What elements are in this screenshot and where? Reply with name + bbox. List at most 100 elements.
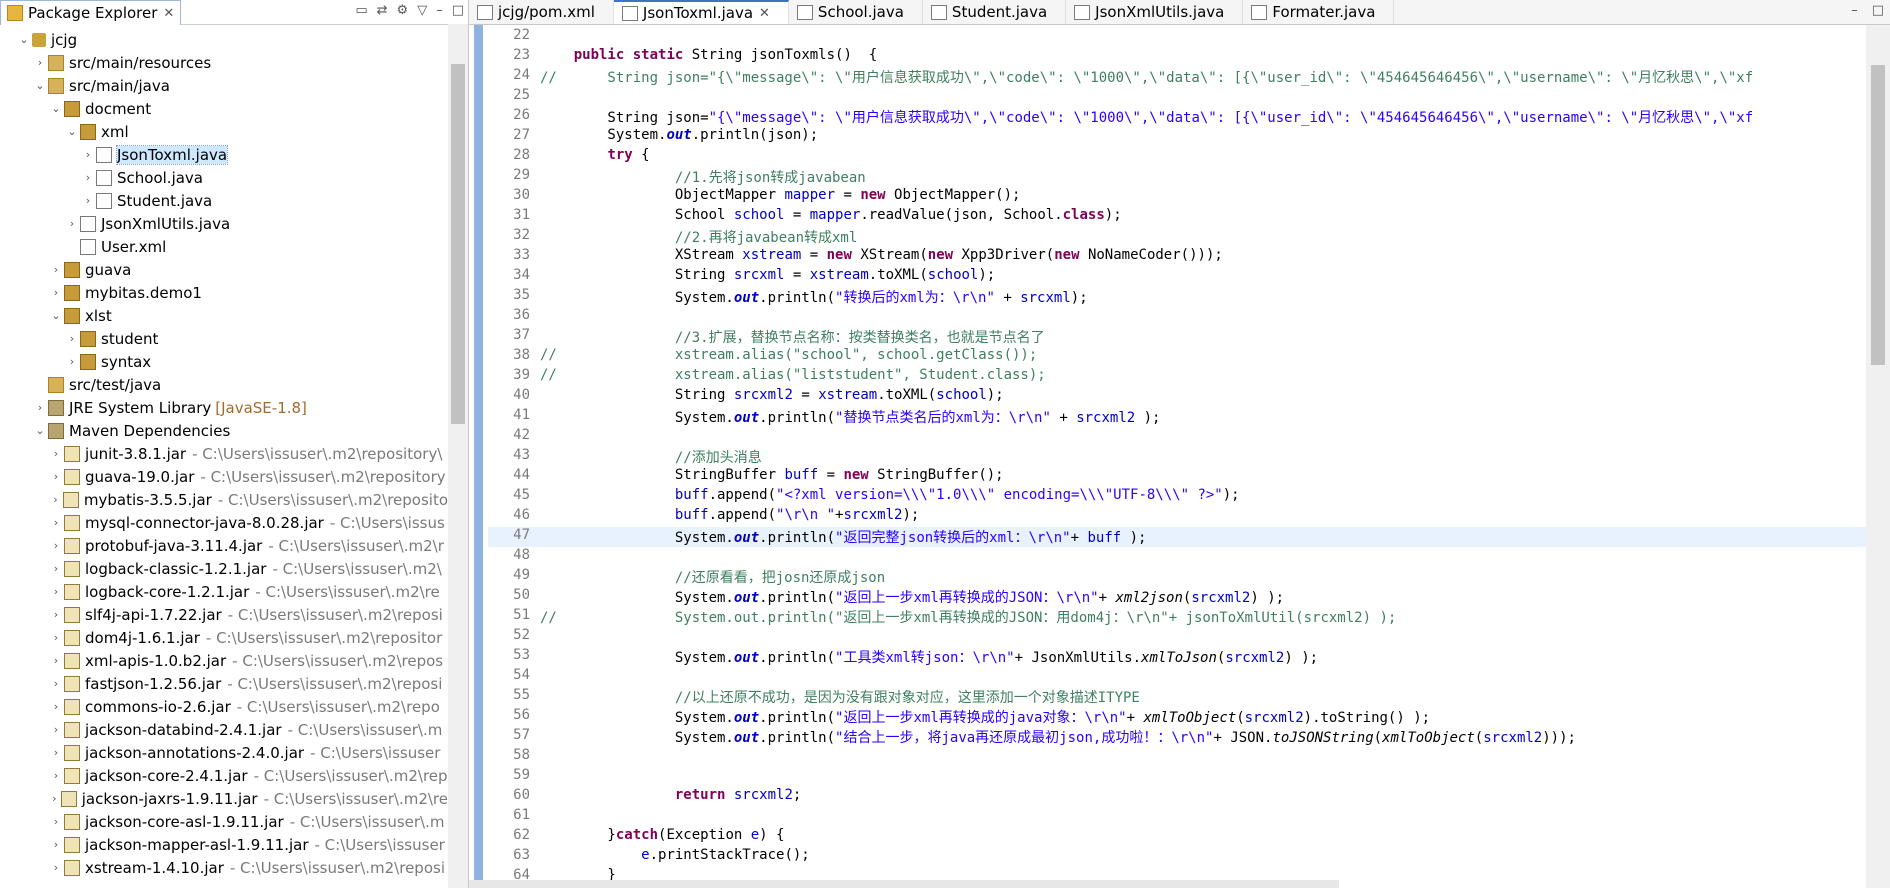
code-line[interactable]: 60 return srcxml2; <box>488 787 1868 807</box>
code-line[interactable]: 25 <box>488 87 1868 107</box>
code-line[interactable]: 43 //添加头消息 <box>488 447 1868 467</box>
code-text[interactable] <box>540 307 1868 327</box>
code-line[interactable]: 62 }catch(Exception e) { <box>488 827 1868 847</box>
tree-scrollbar[interactable] <box>448 24 468 888</box>
code-text[interactable] <box>540 667 1868 687</box>
tree-item[interactable]: ⌄ src/main/java <box>0 74 448 97</box>
chevron-down-icon[interactable]: ⌄ <box>48 309 64 322</box>
code-line[interactable]: 34 String srcxml = xstream.toXML(school)… <box>488 267 1868 287</box>
code-line[interactable]: 46 buff.append("\r\n "+srcxml2); <box>488 507 1868 527</box>
code-line[interactable]: 47 System.out.println("返回完整json转换后的xml：\… <box>488 527 1868 547</box>
code-line[interactable]: 54 <box>488 667 1868 687</box>
tree-item[interactable]: src/test/java <box>0 373 448 396</box>
code-line[interactable]: 30 ObjectMapper mapper = new ObjectMappe… <box>488 187 1868 207</box>
code-line[interactable]: 59 <box>488 767 1868 787</box>
chevron-right-icon[interactable]: › <box>48 838 64 851</box>
close-icon[interactable]: ✕ <box>163 6 174 21</box>
package-explorer-tab[interactable]: Package Explorer ✕ <box>0 0 182 25</box>
code-text[interactable]: try { <box>540 147 1868 167</box>
code-line[interactable]: 35 System.out.println("转换后的xml为：\r\n" + … <box>488 287 1868 307</box>
filter-icon[interactable]: ⚙ <box>397 3 409 18</box>
code-text[interactable]: System.out.println("替换节点类名后的xml为：\r\n" +… <box>540 407 1868 427</box>
collapse-all-icon[interactable]: ▭ <box>355 3 367 18</box>
code-line[interactable]: 49 //还原看看，把josn还原成json <box>488 567 1868 587</box>
chevron-right-icon[interactable]: › <box>80 194 96 207</box>
code-text[interactable] <box>540 87 1868 107</box>
chevron-right-icon[interactable]: › <box>48 608 64 621</box>
chevron-down-icon[interactable]: ⌄ <box>32 424 48 437</box>
chevron-right-icon[interactable]: › <box>48 631 64 644</box>
chevron-right-icon[interactable]: › <box>64 217 80 230</box>
chevron-right-icon[interactable]: › <box>80 171 96 184</box>
chevron-right-icon[interactable]: › <box>64 332 80 345</box>
tree-item[interactable]: › JRE System Library [JavaSE-1.8] <box>0 396 448 419</box>
chevron-right-icon[interactable]: › <box>48 562 64 575</box>
tree-item[interactable]: › logback-classic-1.2.1.jar - C:\Users\iss… <box>0 557 448 580</box>
code-text[interactable]: // xstream.alias("school", school.getCla… <box>540 347 1868 367</box>
tree-item[interactable]: › jackson-core-2.4.1.jar - C:\Users\issuse… <box>0 764 448 787</box>
tree-item[interactable]: › junit-3.8.1.jar - C:\Users\issuser\.m2\r… <box>0 442 448 465</box>
code-text[interactable]: StringBuffer buff = new StringBuffer(); <box>540 467 1868 487</box>
code-lines[interactable]: 22 23 public static String jsonToxmls() {… <box>488 27 1868 887</box>
tree-item[interactable]: › fastjson-1.2.56.jar - C:\Users\issuser\.… <box>0 672 448 695</box>
editor-scrollbar-thumb[interactable] <box>1871 65 1885 365</box>
code-line[interactable]: 36 <box>488 307 1868 327</box>
chevron-right-icon[interactable]: › <box>48 861 64 874</box>
code-line[interactable]: 32 //2.再将javabean转成xml <box>488 227 1868 247</box>
code-text[interactable]: System.out.println("返回上一步xml再转换成的java对象：… <box>540 707 1868 727</box>
tree-item[interactable]: User.xml <box>0 235 448 258</box>
editor-tab[interactable]: JsonXmlUtils.java <box>1066 0 1244 24</box>
code-line[interactable]: 61 <box>488 807 1868 827</box>
chevron-down-icon[interactable]: ⌄ <box>16 33 32 46</box>
code-text[interactable] <box>540 547 1868 567</box>
editor-tab[interactable]: Student.java <box>923 0 1067 24</box>
tree-item[interactable]: › jackson-jaxrs-1.9.11.jar - C:\Users\issu… <box>0 787 448 810</box>
chevron-right-icon[interactable]: › <box>64 355 80 368</box>
chevron-right-icon[interactable]: › <box>48 677 64 690</box>
code-text[interactable] <box>540 627 1868 647</box>
code-line[interactable]: 41 System.out.println("替换节点类名后的xml为：\r\n… <box>488 407 1868 427</box>
code-line[interactable]: 22 <box>488 27 1868 47</box>
code-text[interactable]: System.out.println("转换后的xml为：\r\n" + src… <box>540 287 1868 307</box>
code-line[interactable]: 50 System.out.println("返回上一步xml再转换成的JSON… <box>488 587 1868 607</box>
tree-item[interactable]: ⌄ docment <box>0 97 448 120</box>
code-text[interactable]: // xstream.alias("liststudent", Student.… <box>540 367 1868 387</box>
code-text[interactable]: XStream xstream = new XStream(new Xpp3Dr… <box>540 247 1868 267</box>
code-line[interactable]: 27 System.out.println(json); <box>488 127 1868 147</box>
chevron-right-icon[interactable]: › <box>48 654 64 667</box>
code-text[interactable]: String srcxml2 = xstream.toXML(school); <box>540 387 1868 407</box>
code-line[interactable]: 39 // xstream.alias("liststudent", Studen… <box>488 367 1868 387</box>
code-text[interactable]: buff.append("\r\n "+srcxml2); <box>540 507 1868 527</box>
code-text[interactable]: //2.再将javabean转成xml <box>540 227 1868 247</box>
code-text[interactable]: System.out.println("返回上一步xml再转换成的JSON：\r… <box>540 587 1868 607</box>
tree-item[interactable]: › mysql-connector-java-8.0.28.jar - C:\Use… <box>0 511 448 534</box>
chevron-right-icon[interactable]: › <box>48 516 64 529</box>
editor-horizontal-scrollbar[interactable] <box>469 880 1339 888</box>
chevron-right-icon[interactable]: › <box>32 56 48 69</box>
tree-item[interactable]: › JsonToxml.java <box>0 143 448 166</box>
chevron-right-icon[interactable]: › <box>48 263 64 276</box>
chevron-right-icon[interactable]: › <box>48 746 64 759</box>
tree-item[interactable]: › xml-apis-1.0.b2.jar - C:\Users\issuser\.… <box>0 649 448 672</box>
chevron-down-icon[interactable]: ⌄ <box>64 125 80 138</box>
code-text[interactable]: //以上还原不成功，是因为没有跟对象对应，这里添加一个对象描述ITYPE <box>540 687 1868 707</box>
link-with-editor-icon[interactable]: ⇄ <box>377 3 388 18</box>
tree-item[interactable]: ⌄ jcjg <box>0 28 448 51</box>
code-text[interactable]: //还原看看，把josn还原成json <box>540 567 1868 587</box>
tree-item[interactable]: › xstream-1.4.10.jar - C:\Users\issuser\.m… <box>0 856 448 879</box>
code-text[interactable]: System.out.println("工具类xml转json：\r\n"+ J… <box>540 647 1868 667</box>
tree-item[interactable]: › logback-core-1.2.1.jar - C:\Users\issuse… <box>0 580 448 603</box>
tree-item[interactable]: › jackson-databind-2.4.1.jar - C:\Users\is… <box>0 718 448 741</box>
code-text[interactable] <box>540 747 1868 767</box>
code-line[interactable]: 48 <box>488 547 1868 567</box>
chevron-right-icon[interactable]: › <box>48 493 63 506</box>
chevron-right-icon[interactable]: › <box>48 723 64 736</box>
code-text[interactable]: // String json="{\"message\": \"用户信息获取成功… <box>540 67 1868 87</box>
tree-item[interactable]: › src/main/resources <box>0 51 448 74</box>
chevron-right-icon[interactable]: › <box>48 286 64 299</box>
code-text[interactable] <box>540 427 1868 447</box>
code-line[interactable]: 53 System.out.println("工具类xml转json：\r\n"… <box>488 647 1868 667</box>
code-line[interactable]: 38 // xstream.alias("school", school.getC… <box>488 347 1868 367</box>
code-line[interactable]: 31 School school = mapper.readValue(json… <box>488 207 1868 227</box>
tree-item[interactable]: › mybatis-3.5.5.jar - C:\Users\issuser\.m2… <box>0 488 448 511</box>
